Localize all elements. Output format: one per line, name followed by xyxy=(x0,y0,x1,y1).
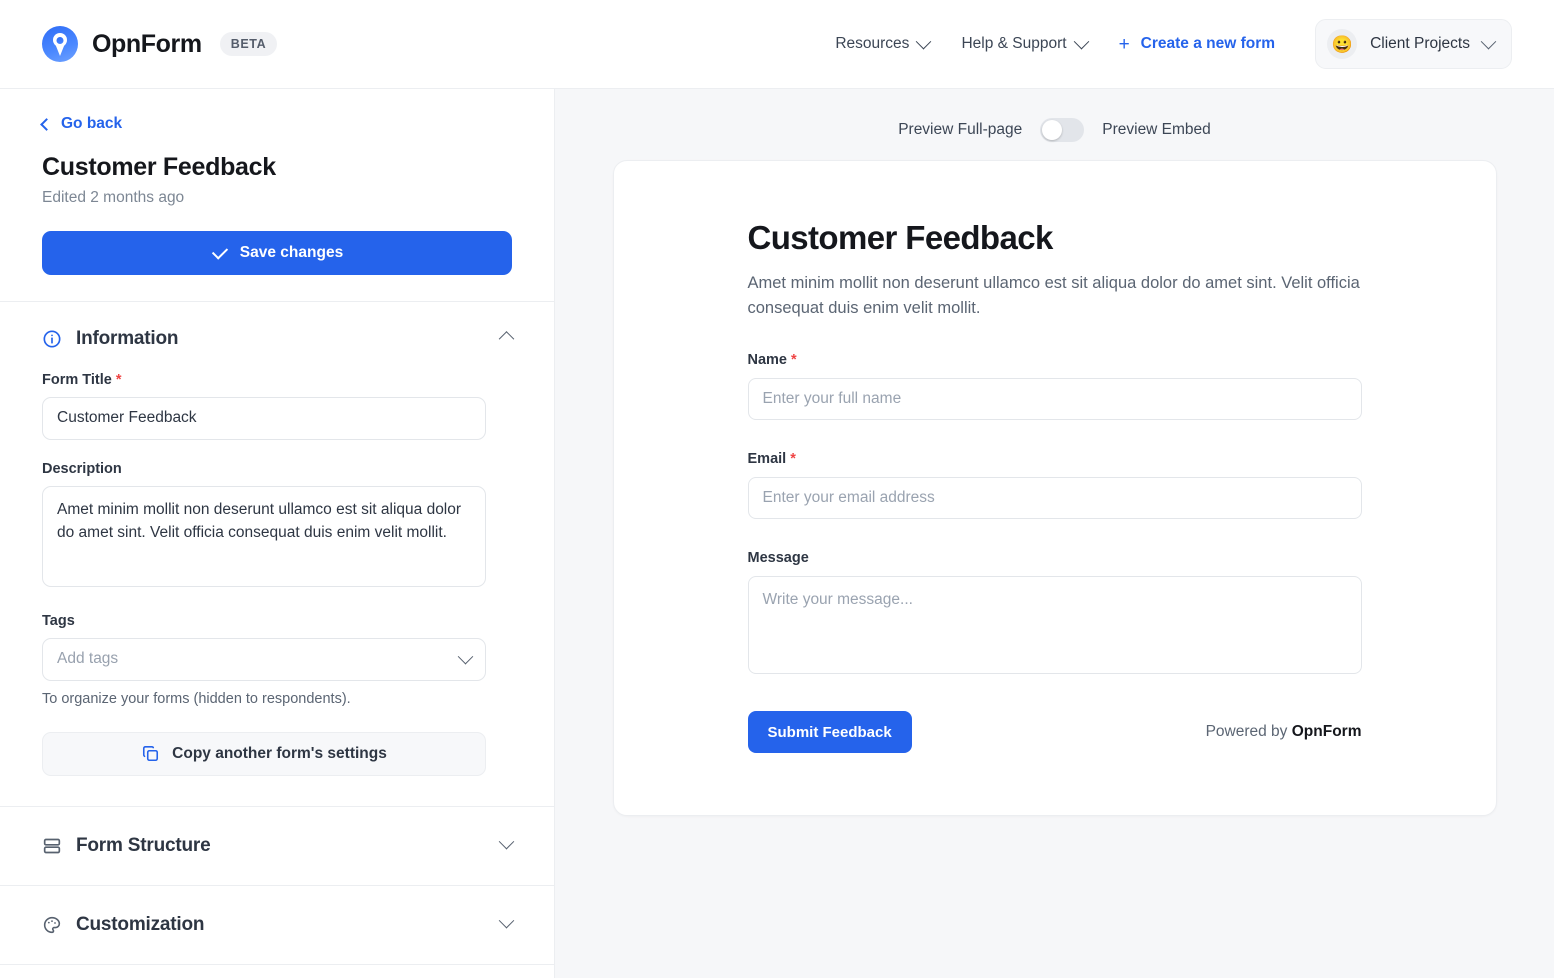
preview-embed-label[interactable]: Preview Embed xyxy=(1102,121,1211,139)
submit-feedback-button[interactable]: Submit Feedback xyxy=(747,711,912,754)
description-field-group: Description xyxy=(42,461,512,592)
preview-field-name: Name * xyxy=(747,352,1362,421)
required-asterisk: * xyxy=(791,352,797,369)
message-textarea[interactable] xyxy=(747,576,1362,675)
tags-label: Tags xyxy=(42,613,512,629)
form-title-label-text: Form Title xyxy=(42,371,112,388)
section-toggle-information[interactable] xyxy=(498,330,515,348)
check-icon xyxy=(211,244,228,261)
toggle-knob xyxy=(1042,120,1063,140)
preview-field-label-text: Message xyxy=(747,550,809,567)
description-textarea[interactable] xyxy=(42,485,486,587)
form-title-field-group: Form Title * xyxy=(42,372,512,440)
section-toggle-form-structure[interactable] xyxy=(498,833,515,855)
create-new-form-button[interactable]: + Create a new form xyxy=(1103,25,1292,64)
tags-label-text: Tags xyxy=(42,612,75,629)
preview-mode-toggle[interactable] xyxy=(1040,118,1085,142)
copy-icon xyxy=(143,745,159,762)
save-changes-label: Save changes xyxy=(239,243,344,261)
powered-by-prefix: Powered by xyxy=(1205,723,1292,741)
save-changes-button[interactable]: Save changes xyxy=(42,230,512,275)
chevron-down-icon xyxy=(498,833,515,849)
chevron-down-icon xyxy=(916,33,932,49)
powered-by-text: Powered by OpnForm xyxy=(1206,723,1362,741)
form-preview-area: Preview Full-page Preview Embed Customer… xyxy=(555,89,1554,978)
chevron-down-icon xyxy=(498,912,515,928)
preview-field-label: Email * xyxy=(748,451,1362,467)
preview-fullpage-label[interactable]: Preview Full-page xyxy=(898,121,1022,139)
preview-field-message: Message xyxy=(747,550,1362,679)
copy-form-settings-label: Copy another form's settings xyxy=(172,744,387,762)
tags-helper-text: To organize your forms (hidden to respon… xyxy=(42,690,351,707)
form-editor-sidebar: Go back Customer Feedback Edited 2 month… xyxy=(0,89,555,978)
preview-field-label: Message xyxy=(748,550,1362,566)
form-title-label: Form Title * xyxy=(42,372,512,388)
preview-form-description: Amet minim mollit non deserunt ullamco e… xyxy=(747,274,1360,318)
section-header-information[interactable]: Information xyxy=(0,302,554,372)
description-label-text: Description xyxy=(42,460,122,477)
nav-item-resources[interactable]: Resources xyxy=(819,25,945,63)
info-circle-icon xyxy=(43,330,61,347)
name-input[interactable] xyxy=(747,378,1362,421)
top-navigation-bar: OpnForm BETA Resources Help & Support + … xyxy=(0,0,1554,89)
avatar: 😀 xyxy=(1327,29,1358,59)
section-title: Information xyxy=(76,327,179,349)
opnform-logo-icon xyxy=(42,26,78,62)
section-header-customization[interactable]: Customization xyxy=(0,886,554,964)
tags-select[interactable]: Add tags xyxy=(42,637,486,681)
nav-item-label: Help & Support xyxy=(961,35,1067,52)
beta-badge: BETA xyxy=(219,32,278,56)
powered-by-brand: OpnForm xyxy=(1291,723,1362,741)
section-toggle-customization[interactable] xyxy=(498,912,515,934)
tags-placeholder: Add tags xyxy=(57,650,119,667)
form-title-input[interactable] xyxy=(42,396,486,440)
chevron-down-icon xyxy=(1480,33,1497,49)
preview-mode-switcher: Preview Full-page Preview Embed xyxy=(898,118,1211,142)
sidebar-section-form-structure: Form Structure xyxy=(0,807,554,886)
go-back-label: Go back xyxy=(61,115,123,132)
nav-item-label: Resources xyxy=(835,35,910,52)
create-new-form-label: Create a new form xyxy=(1140,35,1276,52)
tags-field-group: Tags Add tags To organize your forms (hi… xyxy=(42,613,512,707)
section-title: Customization xyxy=(76,913,205,935)
sidebar-header: Go back Customer Feedback Edited 2 month… xyxy=(0,89,554,302)
preview-field-label: Name * xyxy=(748,352,1362,368)
palette-icon xyxy=(43,916,61,933)
body-row: Go back Customer Feedback Edited 2 month… xyxy=(0,89,1554,978)
main-nav: Resources Help & Support + Create a new … xyxy=(819,19,1512,69)
required-asterisk: * xyxy=(790,451,796,468)
sidebar-section-information: Information Form Title * Customer Feedba… xyxy=(0,302,554,807)
brand-logo[interactable]: OpnForm BETA xyxy=(42,26,278,62)
required-asterisk: * xyxy=(115,371,122,388)
section-header-form-structure[interactable]: Form Structure xyxy=(0,807,554,885)
nav-item-help-support[interactable]: Help & Support xyxy=(945,25,1102,63)
workspace-switcher[interactable]: 😀 Client Projects xyxy=(1315,19,1512,69)
preview-field-label-text: Name xyxy=(747,352,788,369)
sidebar-section-customization: Customization xyxy=(0,886,554,965)
preview-field-label-text: Email xyxy=(747,451,787,468)
copy-form-settings-button[interactable]: Copy another form's settings xyxy=(42,731,486,776)
chevron-left-icon xyxy=(40,117,53,131)
app-root: OpnForm BETA Resources Help & Support + … xyxy=(0,0,1554,978)
workspace-label: Client Projects xyxy=(1370,35,1470,52)
layout-rows-icon xyxy=(43,838,61,853)
preview-form-title: Customer Feedback xyxy=(747,219,1054,256)
last-edited-text: Edited 2 months ago xyxy=(42,188,185,206)
chevron-down-icon xyxy=(457,648,474,664)
description-label: Description xyxy=(42,461,512,477)
chevron-up-icon xyxy=(498,330,515,347)
preview-field-email: Email * xyxy=(747,451,1362,520)
brand-name: OpnForm xyxy=(92,29,202,58)
section-title: Form Structure xyxy=(76,834,211,856)
preview-footer: Submit Feedback Powered by OpnForm xyxy=(747,711,1362,754)
plus-icon: + xyxy=(1118,33,1130,55)
chevron-down-icon xyxy=(1073,33,1089,49)
email-input[interactable] xyxy=(747,477,1362,520)
form-preview-card: Customer Feedback Amet minim mollit non … xyxy=(612,160,1497,817)
go-back-link[interactable]: Go back xyxy=(40,115,123,133)
section-body-information: Form Title * Description Tags xyxy=(0,372,554,806)
page-title: Customer Feedback xyxy=(42,152,276,181)
